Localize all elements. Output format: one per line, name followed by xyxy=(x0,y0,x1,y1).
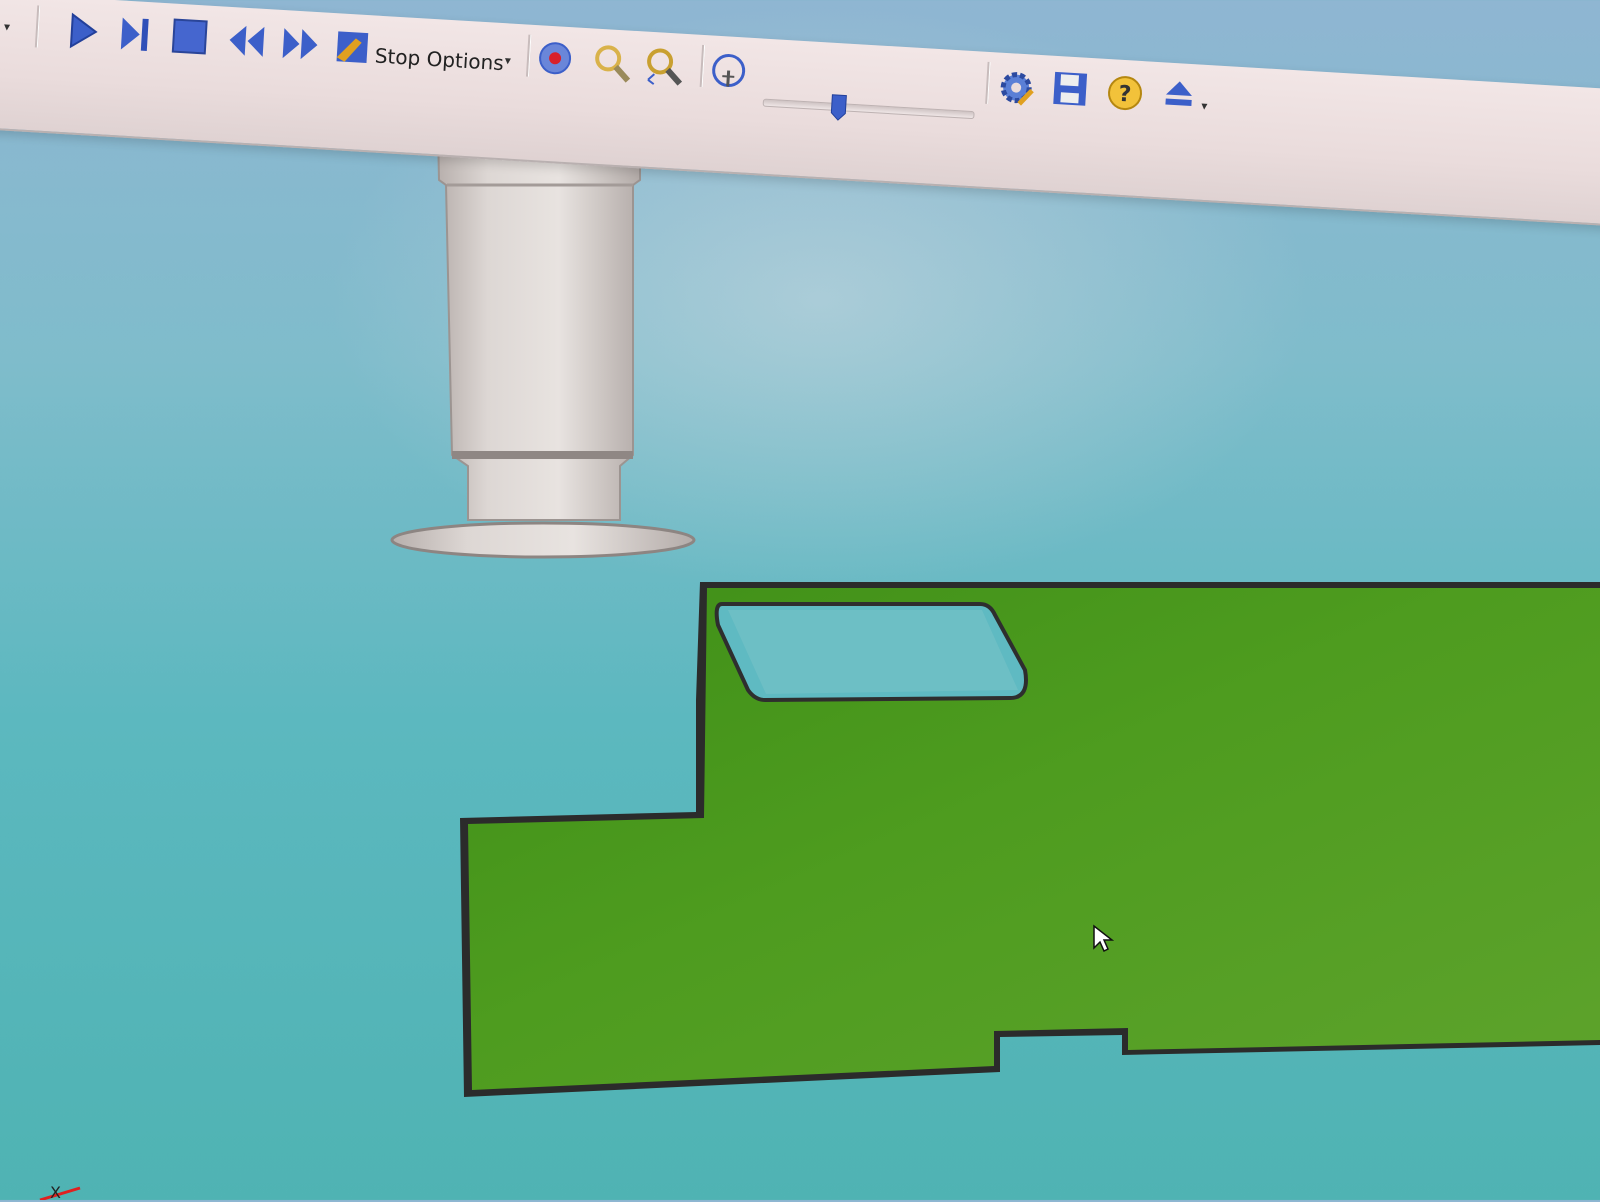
rewind-button[interactable] xyxy=(226,21,266,61)
fast-forward-icon xyxy=(282,28,318,60)
settings-gear-icon xyxy=(1000,72,1034,106)
zoom-fit-icon xyxy=(647,48,683,86)
fast-forward-button[interactable] xyxy=(280,24,320,64)
save-button[interactable] xyxy=(1051,70,1089,108)
help-icon: ? xyxy=(1108,76,1143,111)
zoom-fit-button[interactable] xyxy=(644,46,686,88)
rewind-icon xyxy=(229,25,265,57)
toolbar-separator xyxy=(699,44,706,88)
record-button[interactable] xyxy=(536,39,574,77)
zoom-button[interactable] xyxy=(592,43,634,85)
stop-button[interactable] xyxy=(171,17,209,55)
svg-text:?: ? xyxy=(1118,82,1132,108)
save-icon xyxy=(1053,71,1088,106)
eject-icon xyxy=(1165,81,1192,107)
settings-button[interactable] xyxy=(995,66,1037,108)
toolbar-separator xyxy=(525,34,532,77)
stop-options-icon xyxy=(336,31,369,64)
speed-icon xyxy=(712,54,746,88)
stop-options-dropdown[interactable]: ▾ xyxy=(504,53,511,67)
axis-x-label: X xyxy=(50,1183,61,1202)
eject-button[interactable] xyxy=(1161,76,1197,112)
help-button[interactable]: ? xyxy=(1105,73,1145,113)
workpiece-plate xyxy=(460,582,1600,1097)
mouse-cursor-icon xyxy=(1093,924,1114,953)
play-icon xyxy=(69,12,98,49)
step-icon xyxy=(120,17,149,51)
play-button[interactable] xyxy=(65,11,101,51)
toolbar-separator xyxy=(34,5,41,48)
zoom-icon xyxy=(595,45,631,83)
toolbar-dropdown-caret[interactable]: ▾ xyxy=(4,19,11,33)
speed-slider-thumb[interactable] xyxy=(829,93,849,126)
stop-options-button[interactable] xyxy=(332,27,370,65)
toolbar-separator xyxy=(985,61,991,104)
record-icon xyxy=(539,42,572,75)
stop-options-label[interactable]: Stop Options xyxy=(374,44,504,76)
stop-icon xyxy=(171,18,208,55)
toolbar-overflow-caret[interactable]: ▾ xyxy=(1201,99,1208,113)
speed-slider-track[interactable] xyxy=(762,98,975,120)
speed-button[interactable] xyxy=(708,49,750,91)
step-button[interactable] xyxy=(117,14,153,54)
